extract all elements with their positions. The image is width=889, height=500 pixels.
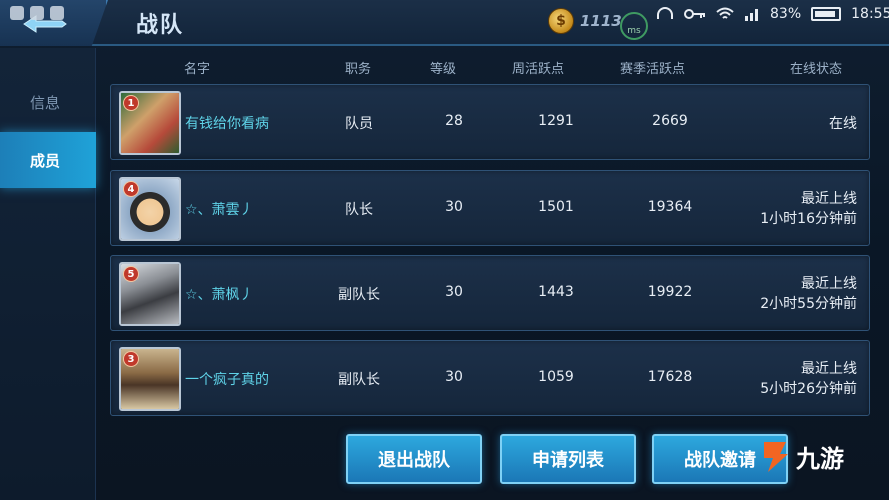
member-weekly-activity: 1443	[538, 284, 574, 300]
mail-icon	[50, 6, 64, 20]
member-season-activity: 2669	[652, 113, 688, 129]
member-role: 副队长	[338, 287, 380, 303]
member-name: 有钱给你看病	[185, 116, 269, 132]
nine-game-logo-icon	[764, 442, 788, 472]
coin-icon: $	[548, 8, 574, 34]
rank-badge: 5	[123, 266, 139, 282]
online-status-line1: 最近上线	[801, 191, 857, 207]
header-online: 在线状态	[790, 62, 843, 77]
online-status-line2: 2小时55分钟前	[760, 296, 857, 312]
top-bar: 战队 $ 1113 ms 83% 18:55	[0, 0, 889, 46]
online-status-line1: 最近上线	[801, 361, 857, 377]
member-online-status: 在线	[829, 113, 857, 133]
app-icon	[10, 6, 24, 20]
member-role: 副队长	[338, 372, 380, 388]
sidebar: 信息 成员	[0, 48, 96, 500]
rank-badge: 1	[123, 95, 139, 111]
apply-list-button[interactable]: 申请列表	[500, 434, 636, 484]
online-status-line1: 在线	[829, 116, 857, 132]
headphone-icon	[657, 7, 673, 19]
page-title: 战队	[136, 13, 185, 38]
online-status-line2: 1小时16分钟前	[760, 211, 857, 227]
sidebar-item-members[interactable]: 成员	[0, 132, 96, 188]
gallery-icon	[30, 6, 44, 20]
online-status-line2: 5小时26分钟前	[760, 381, 857, 397]
member-weekly-activity: 1291	[538, 113, 574, 129]
online-status-line1: 最近上线	[801, 276, 857, 292]
member-role: 队长	[345, 202, 373, 218]
member-online-status: 最近上线 5小时26分钟前	[760, 359, 857, 399]
member-season-activity: 19922	[647, 284, 693, 300]
member-level: 30	[445, 199, 463, 215]
header-role: 职务	[345, 62, 372, 77]
member-name: ☆、萧雲丿	[185, 202, 254, 218]
table-row[interactable]: 4 ☆、萧雲丿 队长 30 1501 19364 最近上线 1小时16分钟前	[110, 170, 870, 246]
header-level: 等级	[430, 62, 457, 77]
quit-team-button[interactable]: 退出战队	[346, 434, 482, 484]
clock: 18:55	[851, 6, 889, 22]
table-row[interactable]: 1 有钱给你看病 队员 28 1291 2669 在线	[110, 84, 870, 160]
member-role: 队员	[345, 116, 373, 132]
header-season: 赛季活跃点	[620, 62, 686, 77]
watermark: 九游	[758, 438, 844, 474]
member-level: 30	[445, 369, 463, 385]
table-header: 名字 职务 等级 周活跃点 赛季活跃点 在线状态	[98, 54, 883, 78]
rank-badge: 4	[123, 181, 139, 197]
battery-icon	[811, 7, 842, 21]
rank-badge: 3	[123, 351, 139, 367]
sidebar-item-info[interactable]: 信息	[0, 74, 96, 130]
table-row[interactable]: 3 一个疯子真的 副队长 30 1059 17628 最近上线 5小时26分钟前	[110, 340, 870, 416]
avatar[interactable]: 1	[119, 91, 181, 155]
member-weekly-activity: 1059	[538, 369, 574, 385]
member-weekly-activity: 1501	[538, 199, 574, 215]
member-level: 30	[445, 284, 463, 300]
avatar[interactable]: 4	[119, 177, 181, 241]
watermark-text: 九游	[796, 444, 844, 473]
header-name: 名字	[184, 62, 211, 77]
coin-display: $ 1113	[548, 8, 622, 34]
ping-badge: ms	[620, 12, 648, 40]
system-status: 83% 18:55	[656, 6, 889, 22]
members-table: 名字 职务 等级 周活跃点 赛季活跃点 在线状态 1 有钱给你看病 队员 28 …	[98, 48, 883, 428]
battery-percent: 83%	[770, 6, 802, 22]
member-season-activity: 17628	[647, 369, 693, 385]
member-season-activity: 19364	[647, 199, 693, 215]
member-online-status: 最近上线 1小时16分钟前	[760, 189, 857, 229]
key-icon	[684, 9, 705, 19]
header-weekly: 周活跃点	[512, 62, 565, 77]
sidebar-item-label: 成员	[30, 151, 61, 170]
member-name: 一个疯子真的	[185, 372, 269, 388]
table-row[interactable]: 5 ☆、萧枫丿 副队长 30 1443 19922 最近上线 2小时55分钟前	[110, 255, 870, 331]
status-icons-left	[10, 6, 64, 20]
signal-icon	[745, 9, 758, 21]
member-online-status: 最近上线 2小时55分钟前	[760, 274, 857, 314]
avatar[interactable]: 5	[119, 262, 181, 326]
avatar[interactable]: 3	[119, 347, 181, 411]
coin-value: 1113	[580, 12, 622, 30]
sidebar-item-label: 信息	[30, 93, 61, 112]
member-name: ☆、萧枫丿	[185, 287, 254, 303]
wifi-icon	[716, 7, 734, 19]
member-level: 28	[445, 113, 463, 129]
